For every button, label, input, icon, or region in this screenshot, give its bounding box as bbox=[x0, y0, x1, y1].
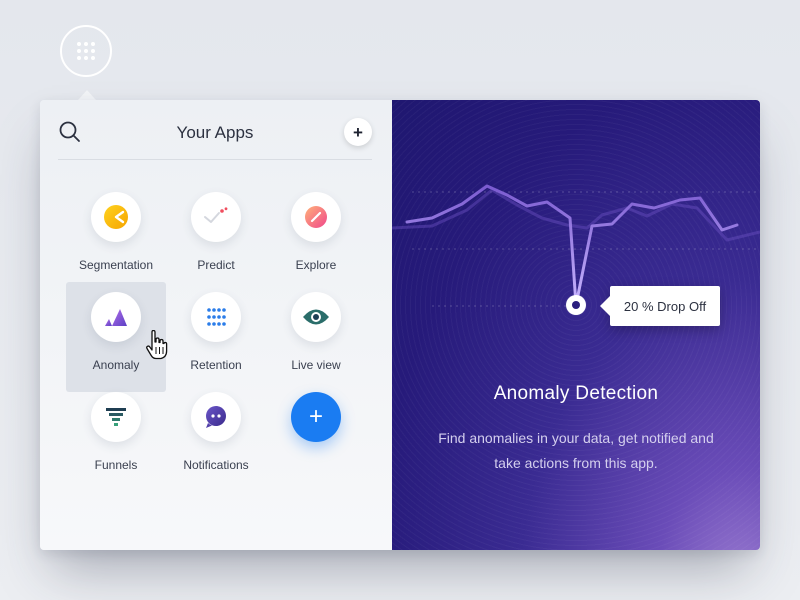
notifications-icon bbox=[191, 392, 241, 442]
app-tile-segmentation[interactable]: Segmentation bbox=[66, 182, 166, 292]
trend-shadow-line bbox=[392, 188, 760, 242]
app-label: Explore bbox=[295, 258, 337, 272]
grid-dots-icon bbox=[77, 42, 95, 60]
drop-off-tooltip: 20 % Drop Off bbox=[600, 286, 720, 326]
popover-caret bbox=[78, 90, 96, 100]
app-detail-panel: 20 % Drop Off Anomaly Detection Find ano… bbox=[392, 100, 760, 550]
detail-title: Anomaly Detection bbox=[493, 383, 659, 404]
app-tile-live-view[interactable]: Live view bbox=[266, 282, 366, 392]
add-app-icon: + bbox=[291, 392, 341, 442]
add-app-button[interactable]: + bbox=[266, 382, 366, 492]
app-tile-notifications[interactable]: Notifications bbox=[166, 382, 266, 492]
apps-list-panel: Your Apps + Segmentation Predict Explore… bbox=[40, 100, 392, 550]
app-launcher-button[interactable] bbox=[60, 25, 112, 77]
apps-popover: Your Apps + Segmentation Predict Explore… bbox=[40, 100, 760, 550]
app-label: Notifications bbox=[183, 458, 249, 472]
app-label: Live view bbox=[291, 358, 341, 372]
retention-icon bbox=[191, 292, 241, 342]
app-tile-funnels[interactable]: Funnels bbox=[66, 382, 166, 492]
detail-description: Find anomalies in your data, get notifie… bbox=[438, 430, 714, 471]
hand-cursor-icon bbox=[146, 330, 168, 360]
live-view-icon bbox=[291, 292, 341, 342]
anomaly-point-center bbox=[572, 301, 580, 309]
app-tile-retention[interactable]: Retention bbox=[166, 282, 266, 392]
explore-icon bbox=[291, 192, 341, 242]
segmentation-icon bbox=[91, 192, 141, 242]
funnels-icon bbox=[91, 392, 141, 442]
app-tile-predict[interactable]: Predict bbox=[166, 182, 266, 292]
anomaly-icon bbox=[91, 292, 141, 342]
add-button[interactable]: + bbox=[344, 118, 372, 146]
apps-header: Your Apps + bbox=[58, 118, 372, 160]
app-tile-explore[interactable]: Explore bbox=[266, 182, 366, 292]
predict-icon bbox=[191, 192, 241, 242]
page-title: Your Apps bbox=[176, 123, 254, 142]
